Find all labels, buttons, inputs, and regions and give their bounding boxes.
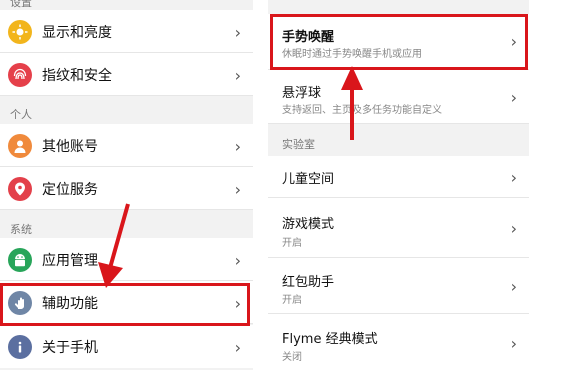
annotation-arrows: [98, 66, 363, 288]
arrow-to-gesture-wake: [341, 66, 363, 140]
arrow-to-accessibility: [98, 203, 130, 288]
